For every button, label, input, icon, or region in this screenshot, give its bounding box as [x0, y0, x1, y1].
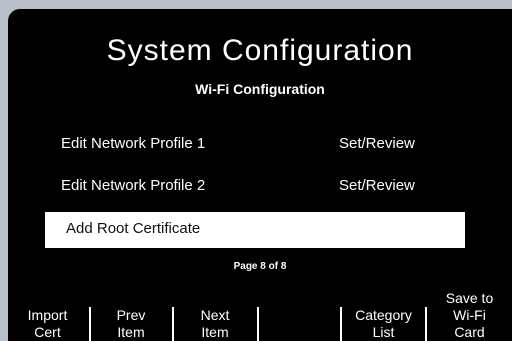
softkey-label-line2: Item	[117, 324, 145, 340]
softkey-label-line1: Next	[200, 307, 230, 323]
softkey-prev-item[interactable]: Prev Item	[91, 279, 171, 341]
softkey-label-line0: Save to	[445, 290, 494, 306]
softkey-blank[interactable]	[259, 279, 339, 341]
softkey-next-item[interactable]: Next Item	[174, 279, 256, 341]
softkey-label-line1: Import	[27, 307, 68, 323]
softkey-save-to-wifi-card[interactable]: Save to Wi-Fi Card	[427, 279, 512, 341]
softkey-label-line2: List	[372, 324, 395, 340]
softkey-label-line2: Cert	[34, 324, 61, 340]
softkey-label-line1: Prev	[116, 307, 146, 323]
menu-item-edit-network-profile-2[interactable]: Edit Network Profile 2	[61, 177, 205, 195]
softkey-label-line1: Category	[355, 307, 412, 323]
page-indicator: Page 8 of 8	[233, 261, 287, 272]
menu-item-label: Add Root Certificate	[66, 220, 201, 237]
device-screen: System Configuration Wi-Fi Configuration…	[8, 9, 512, 341]
page-title: System Configuration	[106, 34, 414, 67]
menu-item-edit-network-profile-1[interactable]: Edit Network Profile 1	[61, 135, 205, 153]
page-subtitle: Wi-Fi Configuration	[195, 81, 325, 97]
menu-item-add-root-certificate[interactable]: Add Root Certificate	[45, 212, 465, 248]
softkey-category-list[interactable]: Category List	[342, 279, 425, 341]
softkey-label-line1: Wi-Fi	[453, 307, 486, 323]
menu-item-value-profile-1: Set/Review	[339, 135, 415, 152]
softkey-import-cert[interactable]: Import Cert	[8, 279, 87, 341]
softkey-label-line2: Card	[454, 324, 485, 340]
menu-item-value-profile-2: Set/Review	[339, 177, 415, 194]
softkey-label-line2: Item	[201, 324, 229, 340]
